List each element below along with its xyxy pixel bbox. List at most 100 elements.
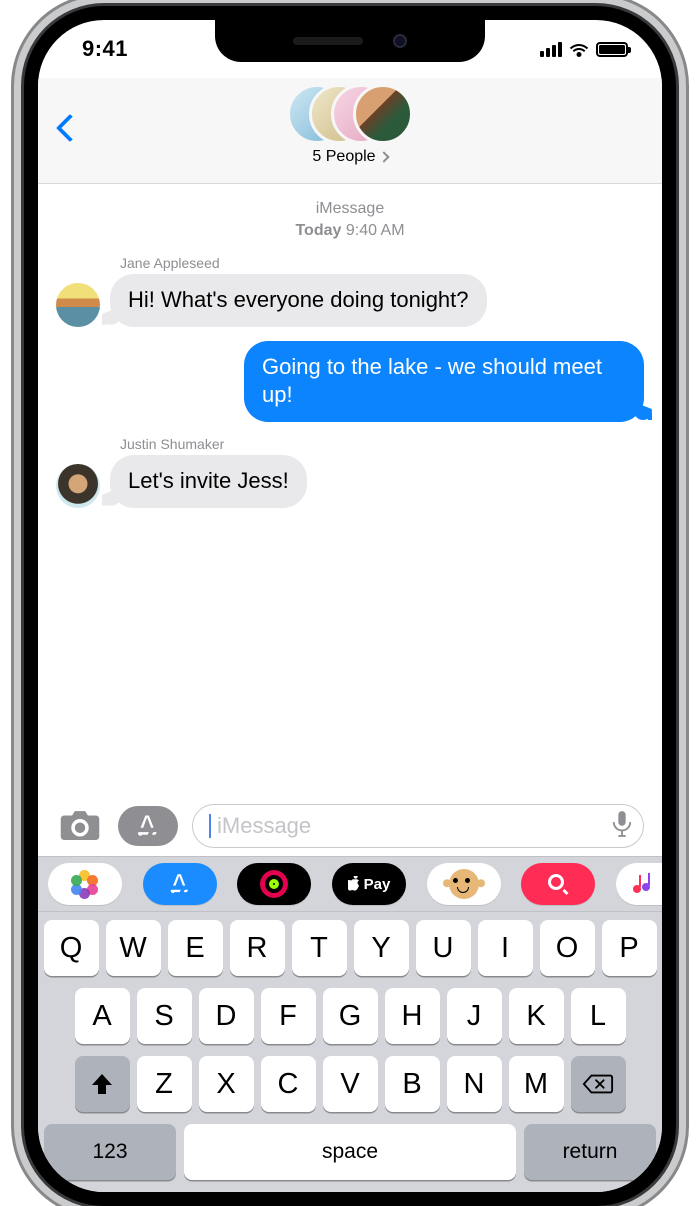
- incoming-message-row: Hi! What's everyone doing tonight?: [56, 274, 644, 327]
- key-m[interactable]: M: [509, 1056, 564, 1112]
- apple-pay-label: Pay: [364, 876, 391, 893]
- screen: 9:41 5 People: [38, 20, 662, 1192]
- sender-avatar[interactable]: [56, 464, 100, 508]
- key-z[interactable]: Z: [137, 1056, 192, 1112]
- key-x[interactable]: X: [199, 1056, 254, 1112]
- participant-avatar: [353, 84, 413, 144]
- key-q[interactable]: Q: [44, 920, 99, 976]
- key-y[interactable]: Y: [354, 920, 409, 976]
- key-o[interactable]: O: [540, 920, 595, 976]
- message-bubble[interactable]: Going to the lake - we should meet up!: [244, 341, 644, 422]
- key-v[interactable]: V: [323, 1056, 378, 1112]
- text-caret: [209, 814, 211, 838]
- app-store-chip[interactable]: [143, 863, 217, 905]
- memoji-app-chip[interactable]: [427, 863, 501, 905]
- key-c[interactable]: C: [261, 1056, 316, 1112]
- service-label: iMessage: [56, 198, 644, 220]
- key-b[interactable]: B: [385, 1056, 440, 1112]
- front-camera: [393, 34, 407, 48]
- key-k[interactable]: K: [509, 988, 564, 1044]
- space-key[interactable]: space: [184, 1124, 516, 1180]
- memoji-icon: [449, 869, 479, 899]
- conversation-header: 5 People: [38, 78, 662, 184]
- backspace-icon: [582, 1072, 614, 1096]
- message-bubble[interactable]: Let's invite Jess!: [110, 455, 307, 508]
- message-group: Jane Appleseed Hi! What's everyone doing…: [56, 255, 644, 327]
- imessage-app-strip[interactable]: Pay: [38, 856, 662, 912]
- outgoing-message-row: Going to the lake - we should meet up!: [56, 341, 644, 422]
- numbers-key[interactable]: 123: [44, 1124, 176, 1180]
- key-u[interactable]: U: [416, 920, 471, 976]
- app-store-icon: [167, 871, 193, 897]
- music-app-chip[interactable]: [616, 863, 662, 905]
- battery-icon: [596, 42, 628, 57]
- key-p[interactable]: P: [602, 920, 657, 976]
- camera-button[interactable]: [56, 806, 104, 846]
- side-button: [678, 230, 686, 340]
- backspace-key[interactable]: [571, 1056, 626, 1112]
- app-store-icon: [134, 812, 162, 840]
- memoji-icon: [477, 879, 485, 887]
- message-group: Justin Shumaker Let's invite Jess!: [56, 436, 644, 508]
- image-search-chip[interactable]: [521, 863, 595, 905]
- date-day: Today: [295, 222, 341, 239]
- key-r[interactable]: R: [230, 920, 285, 976]
- activity-rings-icon: [260, 870, 288, 898]
- microphone-icon: [611, 811, 633, 837]
- cellular-signal-icon: [540, 41, 562, 57]
- photos-icon: [72, 871, 98, 897]
- apple-pay-chip[interactable]: Pay: [332, 863, 406, 905]
- keyboard-row: ZXCVBNM: [44, 1056, 656, 1112]
- sender-name: Justin Shumaker: [120, 436, 644, 452]
- key-g[interactable]: G: [323, 988, 378, 1044]
- return-key[interactable]: return: [524, 1124, 656, 1180]
- status-icons: [540, 41, 628, 57]
- key-i[interactable]: I: [478, 920, 533, 976]
- apple-logo-icon: [348, 876, 362, 892]
- conversation-title-area[interactable]: 5 People: [287, 84, 413, 166]
- dictation-button[interactable]: [611, 811, 633, 842]
- key-a[interactable]: A: [75, 988, 130, 1044]
- message-list[interactable]: iMessage Today 9:40 AM Jane Appleseed Hi…: [38, 184, 662, 798]
- app-drawer-button[interactable]: [118, 806, 178, 846]
- date-header: iMessage Today 9:40 AM: [56, 198, 644, 241]
- photos-app-chip[interactable]: [48, 863, 122, 905]
- key-j[interactable]: J: [447, 988, 502, 1044]
- incoming-message-row: Let's invite Jess!: [56, 455, 644, 508]
- display-notch: [215, 20, 485, 62]
- input-placeholder: iMessage: [217, 813, 605, 839]
- keyboard-row: ASDFGHJKL: [44, 988, 656, 1044]
- key-e[interactable]: E: [168, 920, 223, 976]
- key-h[interactable]: H: [385, 988, 440, 1044]
- participant-count-label: 5 People: [312, 148, 375, 166]
- key-s[interactable]: S: [137, 988, 192, 1044]
- camera-icon: [59, 810, 101, 842]
- chevron-right-icon: [378, 151, 389, 162]
- message-bubble[interactable]: Hi! What's everyone doing tonight?: [110, 274, 487, 327]
- keyboard-row: 123 space return: [44, 1124, 656, 1180]
- shift-key[interactable]: [75, 1056, 130, 1112]
- shift-icon: [90, 1072, 114, 1096]
- search-icon: [546, 872, 570, 896]
- back-button[interactable]: [54, 111, 74, 143]
- sender-name: Jane Appleseed: [120, 255, 644, 271]
- sender-avatar[interactable]: [56, 283, 100, 327]
- keyboard-row: QWERTYUIOP: [44, 920, 656, 976]
- conversation-subtitle[interactable]: 5 People: [287, 148, 413, 166]
- compose-bar: iMessage: [38, 798, 662, 856]
- key-t[interactable]: T: [292, 920, 347, 976]
- message-input[interactable]: iMessage: [192, 804, 644, 848]
- key-d[interactable]: D: [199, 988, 254, 1044]
- music-note-icon: [633, 875, 647, 893]
- key-n[interactable]: N: [447, 1056, 502, 1112]
- keyboard: QWERTYUIOP ASDFGHJKL ZXCVBNM 123 space r…: [38, 912, 662, 1192]
- ringer-switch: [16, 140, 22, 180]
- key-w[interactable]: W: [106, 920, 161, 976]
- date-time: 9:40 AM: [346, 222, 405, 239]
- key-f[interactable]: F: [261, 988, 316, 1044]
- activity-app-chip[interactable]: [237, 863, 311, 905]
- key-l[interactable]: L: [571, 988, 626, 1044]
- volume-up-button: [14, 210, 22, 282]
- status-time: 9:41: [82, 36, 128, 62]
- wifi-icon: [568, 41, 590, 57]
